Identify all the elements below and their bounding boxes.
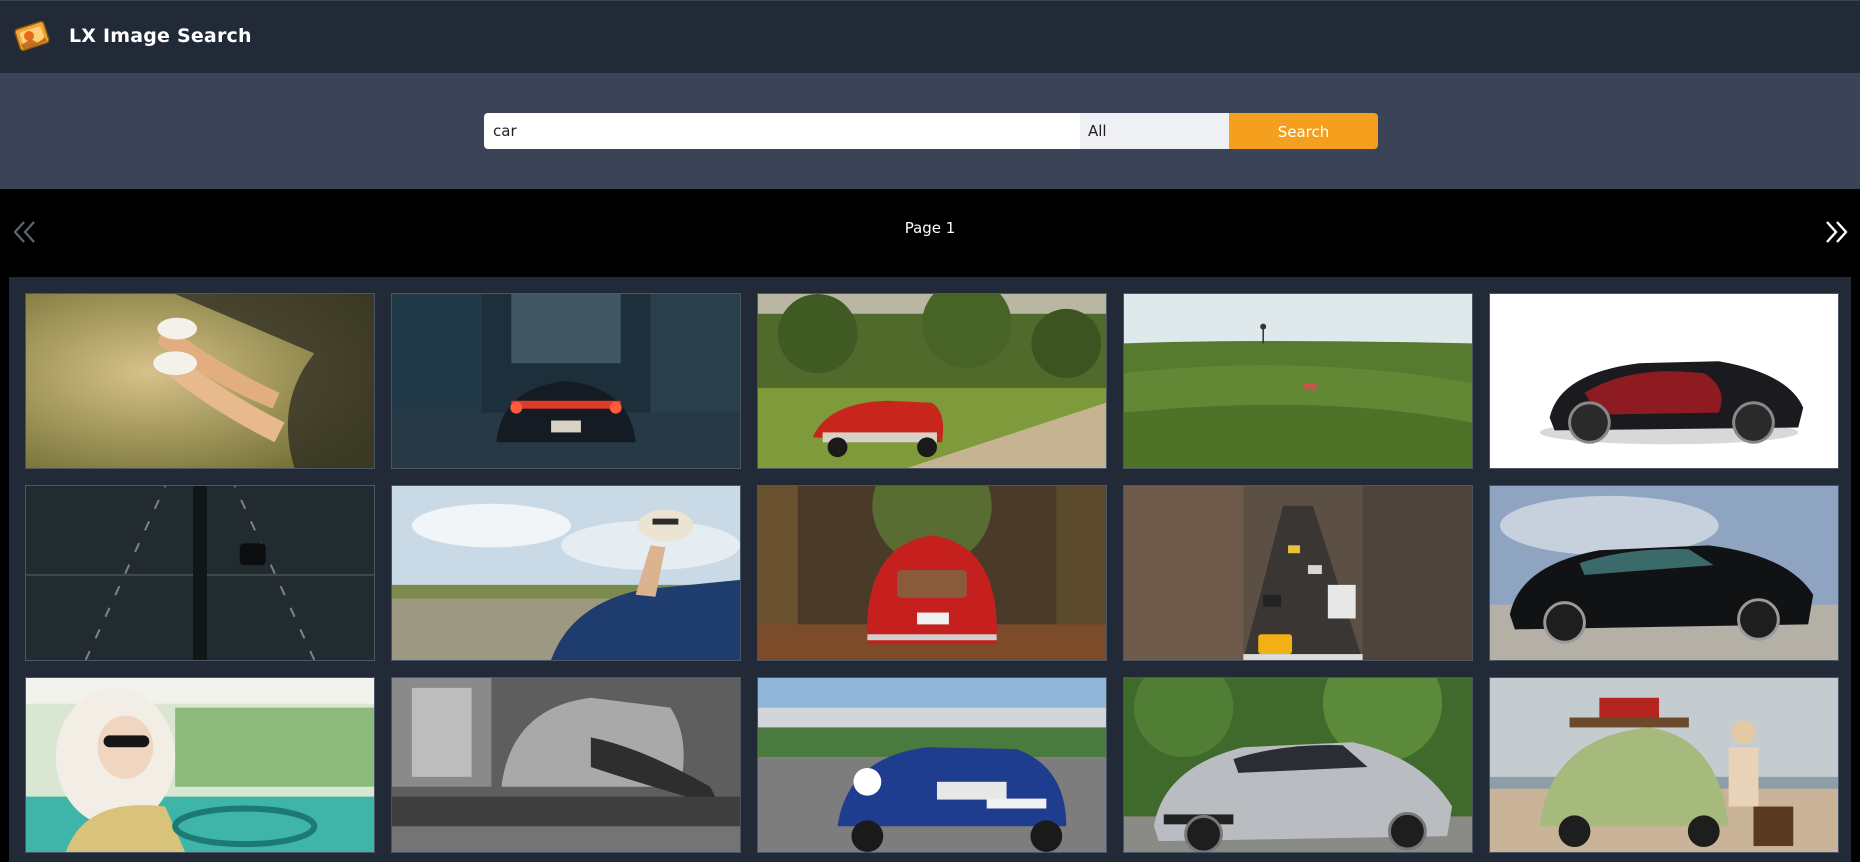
image-red-fiat-forest-icon — [758, 486, 1106, 660]
image-tile[interactable] — [1123, 485, 1473, 661]
app-header: LX Image Search — [0, 0, 1860, 73]
image-tile[interactable] — [391, 485, 741, 661]
image-red-black-supercar-icon — [1490, 294, 1838, 468]
image-tile[interactable] — [757, 677, 1107, 853]
image-tile[interactable] — [391, 293, 741, 469]
search-input[interactable] — [484, 113, 1080, 149]
image-red-vintage-convertible-icon — [758, 294, 1106, 468]
image-tile[interactable] — [25, 485, 375, 661]
image-tile[interactable] — [757, 293, 1107, 469]
image-woman-vintage-car-icon — [26, 678, 374, 852]
image-tile[interactable] — [25, 293, 375, 469]
image-car-rear-city-night-icon — [392, 294, 740, 468]
image-tile[interactable] — [757, 485, 1107, 661]
image-car-on-green-hills-icon — [1124, 294, 1472, 468]
image-tile[interactable] — [1123, 293, 1473, 469]
search-bar: All Search — [0, 73, 1860, 189]
image-tile[interactable] — [25, 677, 375, 853]
image-tile[interactable] — [1489, 293, 1839, 469]
image-tile[interactable] — [1489, 485, 1839, 661]
image-green-beetle-beach-icon — [1490, 678, 1838, 852]
search-button[interactable]: Search — [1229, 113, 1378, 149]
image-grid — [9, 277, 1851, 862]
image-black-mustang-icon — [1490, 486, 1838, 660]
image-blue-race-car-icon — [758, 678, 1106, 852]
image-tile[interactable] — [1123, 677, 1473, 853]
image-tile[interactable] — [391, 677, 741, 853]
image-silver-mercedes-amg-icon — [1124, 678, 1472, 852]
image-hat-out-car-window-icon — [392, 486, 740, 660]
image-tile[interactable] — [1489, 677, 1839, 853]
double-chevron-right-icon[interactable] — [1823, 219, 1849, 245]
photo-logo-icon — [14, 20, 50, 52]
image-sneakers-car-window-icon — [26, 294, 374, 468]
pagination-bar: Page 1 — [0, 189, 1860, 277]
image-city-traffic-taxi-icon — [1124, 486, 1472, 660]
category-select[interactable]: All — [1080, 113, 1230, 149]
page-indicator: Page 1 — [904, 219, 956, 237]
image-monochrome-garage-icon — [392, 678, 740, 852]
image-aerial-road-car-icon — [26, 486, 374, 660]
app-title: LX Image Search — [69, 25, 252, 47]
